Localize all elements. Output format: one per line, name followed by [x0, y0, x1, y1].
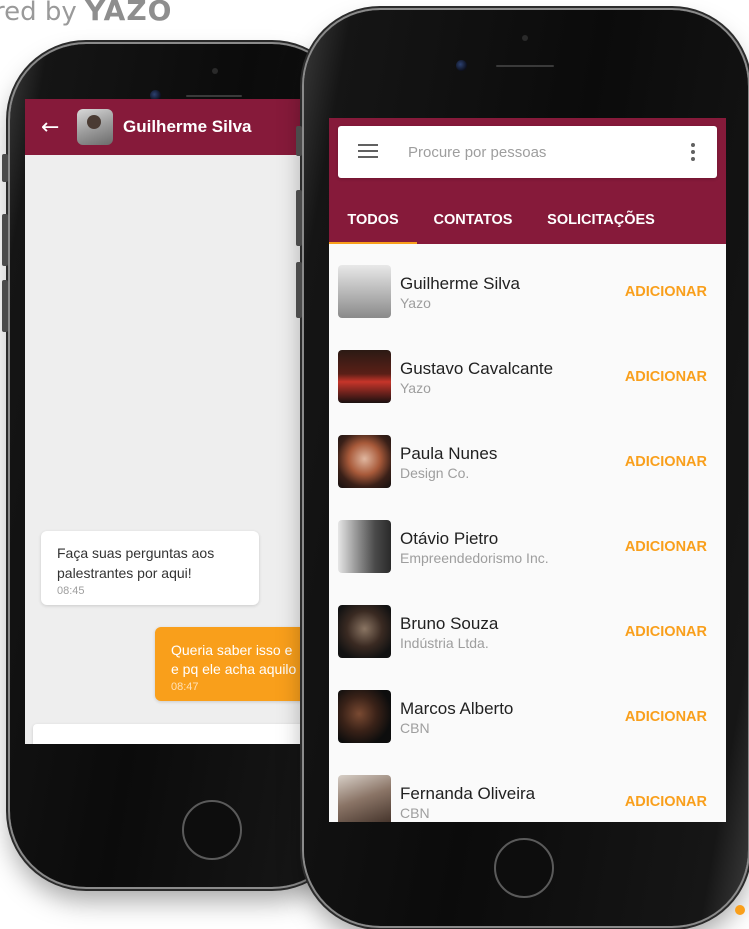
- avatar: [338, 265, 391, 318]
- contacts-screen: TODOS CONTATOS SOLICITAÇÕES Guilherme Si…: [329, 118, 726, 822]
- message-input-bar: [33, 724, 338, 744]
- list-item[interactable]: Guilherme Silva Yazo ADICIONAR: [329, 244, 726, 329]
- arrow-left-icon[interactable]: ←: [41, 115, 71, 140]
- chat-contact-name: Guilherme Silva: [123, 117, 252, 136]
- contact-company: Indústria Ltda.: [400, 635, 489, 651]
- volume-up-button: [296, 190, 302, 246]
- tab-todos[interactable]: TODOS: [329, 196, 417, 244]
- contact-list: Guilherme Silva Yazo ADICIONAR Gustavo C…: [329, 244, 726, 822]
- mute-switch: [296, 126, 302, 156]
- list-item[interactable]: Gustavo Cavalcante Yazo ADICIONAR: [329, 329, 726, 414]
- message-input[interactable]: [49, 743, 337, 744]
- tab-contatos[interactable]: CONTATOS: [417, 196, 529, 244]
- list-item[interactable]: Marcos Alberto CBN ADICIONAR: [329, 669, 726, 754]
- volume-up-button: [2, 214, 8, 266]
- add-contact-button[interactable]: ADICIONAR: [625, 794, 707, 810]
- yazo-logo: YAZO: [85, 0, 173, 27]
- message-incoming: Faça suas perguntas aos palestrantes por…: [41, 531, 259, 605]
- contact-name: Fernanda Oliveira: [400, 784, 536, 803]
- contact-company: Yazo: [400, 380, 431, 396]
- avatar[interactable]: [77, 109, 113, 145]
- chat-screen: ← Guilherme Silva Faça suas perguntas ao…: [25, 99, 338, 744]
- add-contact-button[interactable]: ADICIONAR: [625, 624, 707, 640]
- home-button[interactable]: [494, 838, 554, 898]
- contact-company: CBN: [400, 805, 430, 821]
- contact-company: Yazo: [400, 295, 431, 311]
- speaker-grille: [186, 95, 242, 97]
- volume-down-button: [296, 262, 302, 318]
- message-time: 08:45: [57, 585, 85, 597]
- contact-name: Marcos Alberto: [400, 699, 514, 718]
- add-contact-button[interactable]: ADICIONAR: [625, 369, 707, 385]
- add-contact-button[interactable]: ADICIONAR: [625, 284, 707, 300]
- front-camera-icon: [456, 60, 467, 71]
- tab-solicitacoes[interactable]: SOLICITAÇÕES: [529, 196, 673, 244]
- tab-bar: TODOS CONTATOS SOLICITAÇÕES: [329, 196, 726, 244]
- contact-company: Empreendedorismo Inc.: [400, 550, 549, 566]
- list-item[interactable]: Fernanda Oliveira CBN ADICIONAR: [329, 754, 726, 822]
- powered-by-label: red by YAZO: [0, 0, 172, 27]
- list-item[interactable]: Bruno Souza Indústria Ltda. ADICIONAR: [329, 584, 726, 669]
- add-contact-button[interactable]: ADICIONAR: [625, 539, 707, 555]
- contact-company: Design Co.: [400, 465, 470, 481]
- contact-name: Otávio Pietro: [400, 529, 499, 548]
- powered-by-text: red by: [0, 0, 77, 27]
- avatar: [338, 775, 391, 822]
- add-contact-button[interactable]: ADICIONAR: [625, 709, 707, 725]
- contact-name: Gustavo Cavalcante: [400, 359, 554, 378]
- speaker-grille: [496, 65, 554, 67]
- chat-header: ← Guilherme Silva: [25, 99, 338, 155]
- more-vert-icon[interactable]: [691, 143, 695, 161]
- sensor-dot: [522, 35, 528, 41]
- menu-icon[interactable]: [358, 144, 380, 160]
- mute-switch: [2, 154, 8, 182]
- contact-name: Bruno Souza: [400, 614, 499, 633]
- message-text: Faça suas perguntas aos palestrantes por…: [57, 545, 215, 581]
- sensor-dot: [212, 68, 218, 74]
- add-contact-button[interactable]: ADICIONAR: [625, 454, 707, 470]
- avatar: [338, 435, 391, 488]
- avatar: [338, 605, 391, 658]
- contact-name: Paula Nunes: [400, 444, 498, 463]
- avatar: [338, 350, 391, 403]
- avatar: [338, 690, 391, 743]
- avatar: [338, 520, 391, 573]
- app-bar: TODOS CONTATOS SOLICITAÇÕES: [329, 118, 726, 244]
- mockup-stage: red by YAZO ← Guilherme Silva Faça suas …: [0, 0, 749, 929]
- volume-down-button: [2, 280, 8, 332]
- home-button[interactable]: [182, 800, 242, 860]
- search-bar: [338, 126, 717, 178]
- contact-company: CBN: [400, 720, 430, 736]
- search-input[interactable]: [408, 143, 668, 161]
- contact-name: Guilherme Silva: [400, 274, 520, 293]
- list-item[interactable]: Paula Nunes Design Co. ADICIONAR: [329, 414, 726, 499]
- list-item[interactable]: Otávio Pietro Empreendedorismo Inc. ADIC…: [329, 499, 726, 584]
- decorative-dot: [735, 905, 745, 915]
